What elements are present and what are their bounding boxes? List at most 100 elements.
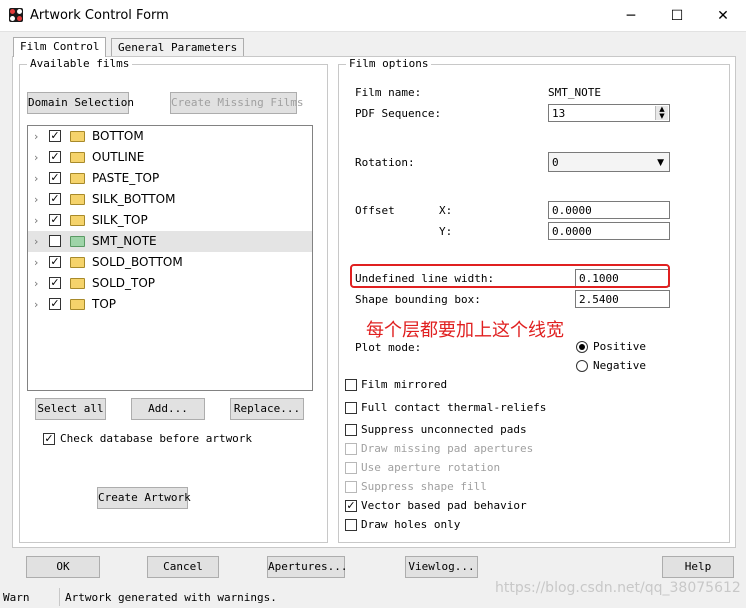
title-bar: Artwork Control Form ─ ☐ ✕ [0, 0, 746, 32]
minimize-button[interactable]: ─ [608, 0, 654, 31]
add-button[interactable]: Add... [131, 398, 205, 420]
film-row-smt-note[interactable]: › SMT_NOTE [28, 231, 312, 252]
check-database-checkbox[interactable]: ✓ [43, 433, 55, 445]
chevron-right-icon[interactable]: › [34, 256, 38, 269]
annotation-text: 每个层都要加上这个线宽 [366, 320, 564, 341]
film-row-bottom[interactable]: › ✓ BOTTOM [28, 126, 312, 147]
film-checkbox[interactable] [49, 235, 61, 247]
offset-y-input[interactable]: 0.0000 [548, 222, 670, 240]
replace-button[interactable]: Replace... [230, 398, 304, 420]
chevron-right-icon[interactable]: › [34, 298, 38, 311]
check-database-label: Check database before artwork [60, 432, 253, 445]
film-checkbox[interactable]: ✓ [49, 298, 61, 310]
film-name: BOTTOM [92, 129, 144, 143]
chevron-right-icon[interactable]: › [34, 235, 38, 248]
film-row-sold-top[interactable]: › ✓ SOLD_TOP [28, 273, 312, 294]
chevron-right-icon[interactable]: › [34, 172, 38, 185]
full-contact-thermal-reliefs-checkbox[interactable] [345, 402, 357, 414]
pdf-sequence-value: 13 [552, 107, 566, 120]
film-checkbox[interactable]: ✓ [49, 193, 61, 205]
vector-based-pad-behavior-checkbox[interactable]: ✓ [345, 500, 357, 512]
film-name: SILK_BOTTOM [92, 192, 176, 206]
draw-holes-only-checkbox[interactable] [345, 519, 357, 531]
rotation-value: 0 [552, 156, 559, 169]
domain-selection-button[interactable]: Domain Selection [27, 92, 134, 114]
negative-radio[interactable] [576, 360, 588, 372]
film-name: OUTLINE [92, 150, 145, 164]
chevron-right-icon[interactable]: › [34, 277, 38, 290]
positive-label: Positive [593, 340, 646, 353]
vector-based-pad-behavior-label: Vector based pad behavior [361, 499, 527, 512]
tab-general-parameters[interactable]: General Parameters [111, 38, 245, 56]
create-missing-films-button[interactable]: Create Missing Films [170, 92, 303, 114]
film-checkbox[interactable]: ✓ [49, 277, 61, 289]
folder-icon [70, 299, 85, 310]
film-name: SMT_NOTE [92, 234, 157, 248]
film-row-silk-bottom[interactable]: › ✓ SILK_BOTTOM [28, 189, 312, 210]
close-icon: ✕ [717, 7, 729, 24]
film-row-silk-top[interactable]: › ✓ SILK_TOP [28, 210, 312, 231]
film-checkbox[interactable]: ✓ [49, 130, 61, 142]
use-aperture-rotation-checkbox[interactable] [345, 462, 357, 474]
folder-icon [70, 236, 85, 247]
chevron-right-icon[interactable]: › [34, 151, 38, 164]
film-checkbox[interactable]: ✓ [49, 256, 61, 268]
chevron-right-icon[interactable]: › [34, 130, 38, 143]
minimize-icon: ─ [626, 7, 636, 24]
chevron-right-icon[interactable]: › [34, 193, 38, 206]
close-button[interactable]: ✕ [700, 0, 746, 31]
film-row-outline[interactable]: › ✓ OUTLINE [28, 147, 312, 168]
suppress-unconnected-pads-checkbox[interactable] [345, 424, 357, 436]
rotation-dropdown[interactable]: 0 ▼ [548, 152, 670, 172]
film-name: SOLD_TOP [92, 276, 155, 290]
offset-x-input[interactable]: 0.0000 [548, 201, 670, 219]
folder-icon [70, 278, 85, 289]
negative-label: Negative [593, 359, 646, 372]
draw-missing-pad-apertures-label: Draw missing pad apertures [361, 442, 534, 455]
film-row-sold-bottom[interactable]: › ✓ SOLD_BOTTOM [28, 252, 312, 273]
chevron-right-icon[interactable]: › [34, 214, 38, 227]
ok-button[interactable]: OK [26, 556, 100, 578]
shape-bounding-box-input[interactable]: 2.5400 [575, 290, 670, 308]
app-icon [9, 8, 23, 22]
film-checkbox[interactable]: ✓ [49, 172, 61, 184]
folder-icon [70, 173, 85, 184]
apertures-button[interactable]: Apertures... [267, 556, 347, 578]
cancel-button[interactable]: Cancel [147, 556, 219, 578]
tab-film-control[interactable]: Film Control [13, 37, 107, 57]
film-name: TOP [92, 297, 117, 311]
create-artwork-button[interactable]: Create Artwork [97, 487, 191, 509]
film-checkbox[interactable]: ✓ [49, 151, 61, 163]
draw-missing-pad-apertures-checkbox[interactable] [345, 443, 357, 455]
status-level: Warn [3, 591, 30, 604]
viewlog-button[interactable]: Viewlog... [405, 556, 478, 578]
spinner-arrows-icon[interactable]: ▲ ▼ [655, 106, 668, 120]
rotation-label: Rotation: [355, 156, 415, 169]
film-name: PASTE_TOP [92, 171, 160, 185]
suppress-shape-fill-checkbox[interactable] [345, 481, 357, 493]
folder-icon [70, 257, 85, 268]
draw-holes-only-label: Draw holes only [361, 518, 461, 531]
offset-y-label: Y: [439, 225, 453, 238]
suppress-shape-fill-label: Suppress shape fill [361, 480, 487, 493]
films-tree[interactable]: › ✓ BOTTOM › ✓ OUTLINE › ✓ PASTE_TOP › ✓… [27, 125, 313, 391]
maximize-icon: ☐ [670, 7, 684, 24]
maximize-button[interactable]: ☐ [654, 0, 700, 31]
full-contact-thermal-reliefs-label: Full contact thermal-reliefs [361, 401, 547, 414]
film-name-label: Film name: [355, 86, 422, 99]
film-mirrored-checkbox[interactable] [345, 379, 357, 391]
select-all-button[interactable]: Select all [35, 398, 106, 420]
suppress-unconnected-pads-label: Suppress unconnected pads [361, 423, 527, 436]
highlight-annotation-box [350, 264, 670, 288]
film-checkbox[interactable]: ✓ [49, 214, 61, 226]
offset-x-label: X: [439, 204, 453, 217]
positive-radio[interactable] [576, 341, 588, 353]
status-message: Artwork generated with warnings. [65, 591, 277, 604]
help-button[interactable]: Help [662, 556, 734, 578]
pdf-sequence-spinner[interactable]: 13 ▲ ▼ [548, 104, 670, 122]
use-aperture-rotation-label: Use aperture rotation [361, 461, 501, 474]
film-options-title: Film options [346, 57, 432, 70]
film-row-top[interactable]: › ✓ TOP [28, 294, 312, 315]
film-row-paste-top[interactable]: › ✓ PASTE_TOP [28, 168, 312, 189]
offset-label: Offset [355, 204, 395, 217]
